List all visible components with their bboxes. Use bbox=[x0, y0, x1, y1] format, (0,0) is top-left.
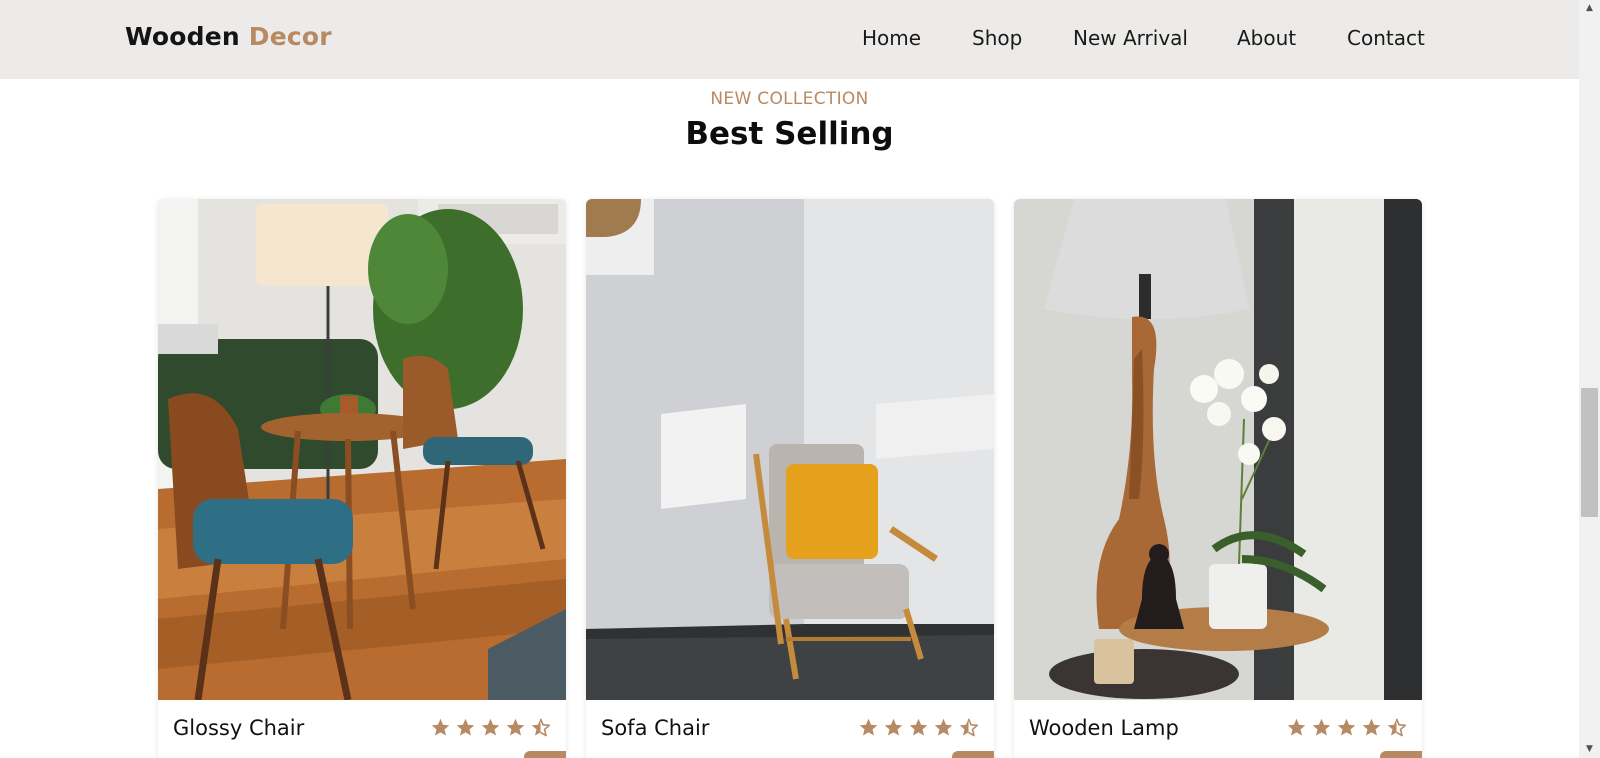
star-icon bbox=[1362, 718, 1381, 736]
nav-link-shop[interactable]: Shop bbox=[972, 26, 1022, 50]
scroll-down-arrow-icon[interactable]: ▼ bbox=[1579, 741, 1600, 758]
nav-link-about[interactable]: About bbox=[1237, 26, 1296, 50]
star-icon bbox=[1312, 718, 1331, 736]
product-title-sofa-chair[interactable]: Sofa Chair bbox=[601, 716, 709, 740]
star-icon bbox=[431, 718, 450, 736]
product-card-glossy-chair[interactable]: Glossy Chair bbox=[158, 199, 566, 758]
half-star-icon bbox=[959, 718, 979, 737]
page-scrollbar[interactable]: ▲ ▼ bbox=[1579, 0, 1600, 758]
rating-stars-wooden-lamp bbox=[1286, 717, 1407, 739]
product-image-glossy-chair[interactable] bbox=[158, 199, 566, 700]
top-navbar: Wooden Decor Home Shop New Arrival About… bbox=[0, 0, 1579, 79]
star-icon bbox=[456, 718, 475, 736]
scroll-up-arrow-icon[interactable]: ▲ bbox=[1579, 0, 1600, 17]
section-title: Best Selling bbox=[685, 116, 894, 152]
product-image-sofa-chair[interactable] bbox=[586, 199, 994, 700]
add-to-cart-tab[interactable] bbox=[1380, 751, 1422, 758]
nav-link-home[interactable]: Home bbox=[862, 26, 921, 50]
scrollbar-thumb[interactable] bbox=[1581, 388, 1598, 517]
star-icon bbox=[884, 718, 903, 736]
star-icon bbox=[1287, 718, 1306, 736]
add-to-cart-tab[interactable] bbox=[952, 751, 994, 758]
product-title-wooden-lamp[interactable]: Wooden Lamp bbox=[1029, 716, 1179, 740]
product-card-wooden-lamp[interactable]: Wooden Lamp bbox=[1014, 199, 1422, 758]
section-eyebrow: NEW COLLECTION bbox=[710, 89, 869, 109]
star-icon bbox=[909, 718, 928, 736]
star-icon bbox=[934, 718, 953, 736]
nav-link-contact[interactable]: Contact bbox=[1347, 26, 1425, 50]
product-card-sofa-chair[interactable]: Sofa Chair bbox=[586, 199, 994, 758]
rating-stars-sofa-chair bbox=[858, 717, 979, 739]
star-icon bbox=[1337, 718, 1356, 736]
main-nav: Home Shop New Arrival About Contact bbox=[0, 26, 1579, 56]
half-star-icon bbox=[531, 718, 551, 737]
add-to-cart-tab[interactable] bbox=[524, 751, 566, 758]
nav-link-new-arrival[interactable]: New Arrival bbox=[1073, 26, 1188, 50]
star-icon bbox=[859, 718, 878, 736]
star-icon bbox=[481, 718, 500, 736]
rating-stars-glossy-chair bbox=[430, 717, 551, 739]
product-image-wooden-lamp[interactable] bbox=[1014, 199, 1422, 700]
star-icon bbox=[506, 718, 525, 736]
half-star-icon bbox=[1387, 718, 1407, 737]
product-title-glossy-chair[interactable]: Glossy Chair bbox=[173, 716, 304, 740]
